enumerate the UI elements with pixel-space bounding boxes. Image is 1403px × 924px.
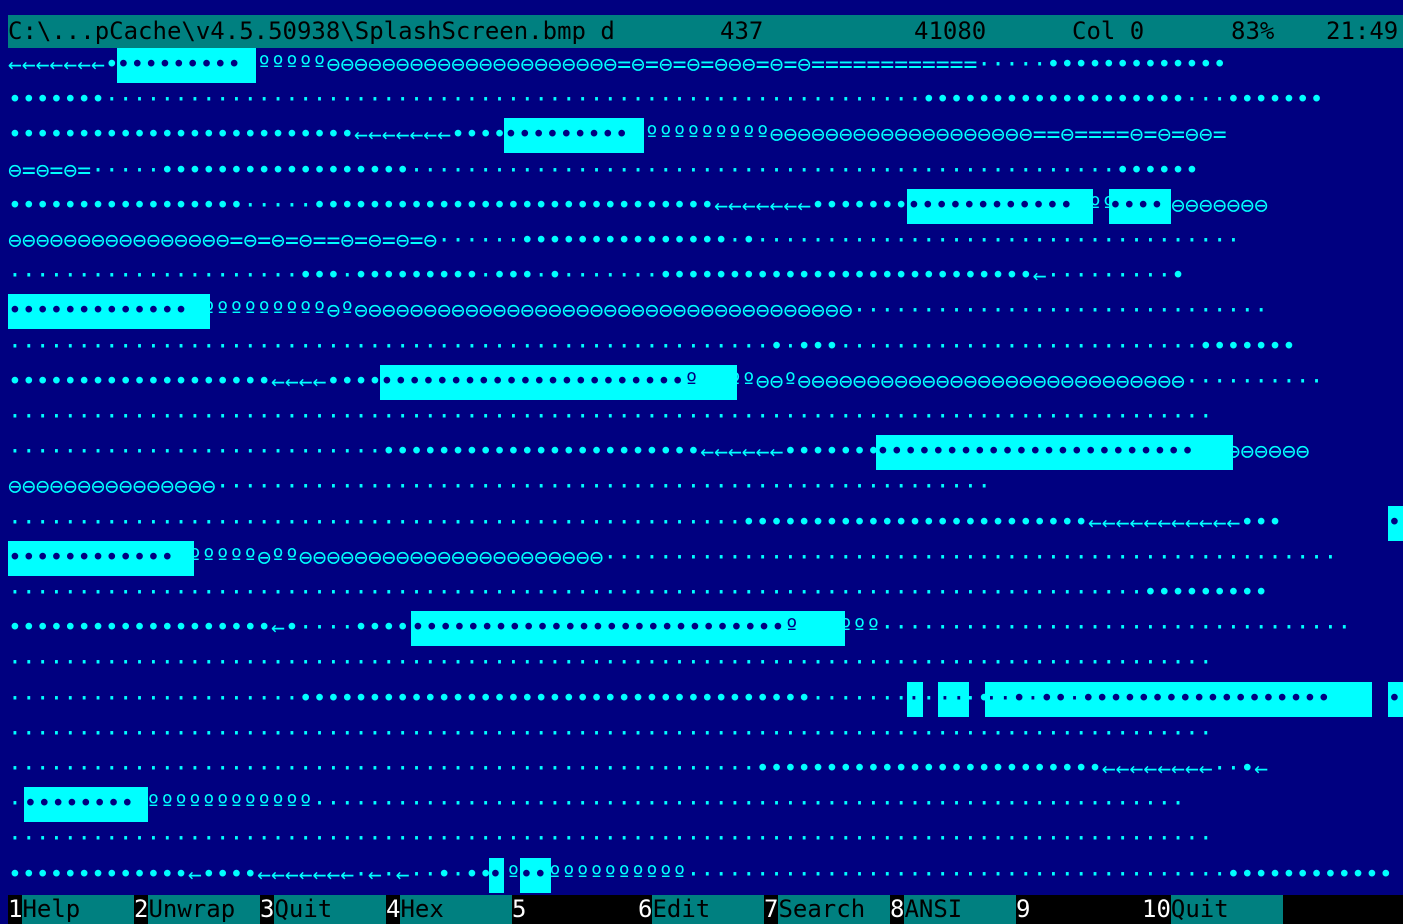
text-line: ········································… bbox=[8, 646, 1403, 681]
key-f4-label: Hex bbox=[400, 895, 513, 924]
highlighted-run: •••••••••••• bbox=[8, 540, 194, 576]
text-line: ⊖⊖⊖⊖⊖⊖⊖⊖⊖⊖⊖⊖⊖⊖⊖·························… bbox=[8, 470, 1403, 505]
highlighted-run: • bbox=[488, 857, 504, 893]
text-line: •••••••••••••••••••••••••←←←←←←←••••••••… bbox=[8, 118, 1403, 154]
key-f7-label: Search bbox=[778, 895, 891, 924]
text-line-content: ⊖=⊖=⊖=·····••••••••••••••••••···········… bbox=[8, 157, 1199, 184]
text-line-content: ••••••••••••ºººººº⊖ºº⊖⊖⊖⊖⊖⊖⊖⊖⊖⊖⊖⊖⊖⊖⊖⊖⊖⊖⊖… bbox=[8, 544, 1338, 571]
text-line: ········································… bbox=[8, 400, 1403, 435]
text-view-area[interactable]: ←←←←←←←•••••••••ººººººº⊖⊖⊖⊖⊖⊖⊖⊖⊖⊖⊖⊖⊖⊖⊖⊖⊖… bbox=[8, 48, 1403, 895]
highlighted-run: ••• bbox=[1387, 505, 1403, 541]
key-f4[interactable]: 4Hex bbox=[386, 895, 513, 924]
text-line: ⊖=⊖=⊖=·····••••••••••••••••••···········… bbox=[8, 154, 1403, 189]
key-f1-label: Help bbox=[22, 895, 135, 924]
text-line-content: ········································… bbox=[8, 509, 1282, 536]
highlighted-run: ••••••••••••••••••••••º bbox=[380, 364, 737, 400]
highlighted-run: ••••••••••••• bbox=[8, 294, 210, 330]
key-f3[interactable]: 3Quit bbox=[260, 895, 387, 924]
text-line-content: ········································… bbox=[8, 580, 1269, 606]
file-offset: 41080 bbox=[914, 17, 987, 45]
text-line-content: ········································… bbox=[8, 826, 1213, 853]
text-line-content: ⊖⊖⊖⊖⊖⊖⊖⊖⊖⊖⊖⊖⊖⊖⊖·························… bbox=[8, 474, 992, 501]
text-line-content: •••••••••••••←••••←←←←←←←·←·←··•·••ººººº… bbox=[8, 861, 1393, 888]
text-line: •••••••••••••←••••←←←←←←←·←·←··•·••ººººº… bbox=[8, 857, 1403, 893]
text-line: ·····················•••·•••••••••·•••·•… bbox=[8, 259, 1403, 294]
column-indicator: Col 0 bbox=[1072, 17, 1145, 45]
status-bar: C:\...pCache\v4.5.50938\SplashScreen.bmp… bbox=[8, 15, 1403, 48]
key-f8-label: ANSI bbox=[904, 895, 1017, 924]
text-line: ········································… bbox=[8, 330, 1403, 365]
far-viewer-window: C:\...pCache\v4.5.50938\SplashScreen.bmp… bbox=[0, 0, 1403, 924]
key-f2[interactable]: 2Unwrap bbox=[134, 895, 261, 924]
highlighted-run: ••••••••• bbox=[504, 118, 644, 154]
text-lines: ←←←←←←←•••••••••ººººººº⊖⊖⊖⊖⊖⊖⊖⊖⊖⊖⊖⊖⊖⊖⊖⊖⊖… bbox=[8, 48, 1403, 895]
key-f6-label: Edit bbox=[652, 895, 765, 924]
text-line-content: ·····················•••·•••••••••·•••·•… bbox=[8, 263, 1186, 290]
text-line: ••••••••••••ºººººº⊖ºº⊖⊖⊖⊖⊖⊖⊖⊖⊖⊖⊖⊖⊖⊖⊖⊖⊖⊖⊖… bbox=[8, 540, 1403, 576]
text-line: ········································… bbox=[8, 752, 1403, 787]
highlighted-run: •••••••• bbox=[23, 787, 148, 823]
text-line-content: •••••••·································… bbox=[8, 87, 1324, 114]
highlighted-run: •••••••••••••••••••••••••••º bbox=[411, 611, 845, 647]
text-line: ⊖⊖⊖⊖⊖⊖⊖⊖⊖⊖⊖⊖⊖⊖⊖⊖=⊖=⊖=⊖==⊖=⊖=⊖=⊖······•••… bbox=[8, 224, 1403, 259]
text-line-content: ········································… bbox=[8, 333, 1296, 360]
text-line-content: ········································… bbox=[8, 720, 1213, 747]
text-line-content: ········································… bbox=[8, 404, 1213, 430]
text-line-content: ⊖⊖⊖⊖⊖⊖⊖⊖⊖⊖⊖⊖⊖⊖⊖⊖=⊖=⊖=⊖==⊖=⊖=⊖=⊖······•••… bbox=[8, 228, 1241, 254]
text-line: •••••••••••••ºººººººººº⊖º⊖⊖⊖⊖⊖⊖⊖⊖⊖⊖⊖⊖⊖⊖⊖… bbox=[8, 294, 1403, 330]
highlighted-run: · bbox=[907, 681, 923, 717]
text-line-content: ········································… bbox=[8, 756, 1269, 782]
percent-indicator: 83% bbox=[1231, 17, 1275, 45]
text-line: ·····················•••••••••••••••••••… bbox=[8, 681, 1403, 717]
key-f2-label: Unwrap bbox=[148, 895, 261, 924]
key-f8[interactable]: 8ANSI bbox=[890, 895, 1017, 924]
text-line: •••••••••••••••••·····••••••••••••••••••… bbox=[8, 188, 1403, 224]
clock: 21:49 bbox=[1326, 17, 1399, 45]
text-line: ········································… bbox=[8, 822, 1403, 857]
highlighted-run: • bbox=[1387, 681, 1403, 717]
highlighted-run: ••••••••••••••••••••••• bbox=[876, 435, 1233, 471]
function-key-bar: 1Help 2Unwrap 3Quit 4Hex 5 6Edit 7Search… bbox=[8, 895, 1403, 924]
text-line: •••••••••••••••••••←•····•••••••••••••••… bbox=[8, 611, 1403, 647]
text-line: •••••••·································… bbox=[8, 83, 1403, 118]
highlighted-run: •••••••••••• bbox=[907, 188, 1093, 224]
file-size: 437 bbox=[720, 17, 764, 45]
key-f7[interactable]: 7Search bbox=[764, 895, 891, 924]
text-line-content: ·••••••••·ºººººººººººº··················… bbox=[8, 791, 1186, 818]
text-line: ←←←←←←←•••••••••ººººººº⊖⊖⊖⊖⊖⊖⊖⊖⊖⊖⊖⊖⊖⊖⊖⊖⊖… bbox=[8, 48, 1403, 83]
highlighted-run: •• bbox=[519, 857, 551, 893]
key-f6[interactable]: 6Edit bbox=[638, 895, 765, 924]
text-line: ·••••••••·ºººººººººººº··················… bbox=[8, 787, 1403, 823]
key-f5[interactable]: 5 bbox=[512, 895, 638, 924]
highlighted-run: ••••••••• bbox=[116, 48, 256, 83]
key-f10[interactable]: 10Quit bbox=[1142, 895, 1283, 924]
highlighted-run: •••• bbox=[1108, 188, 1171, 224]
key-f9[interactable]: 9 bbox=[1016, 895, 1142, 924]
text-line: •••••••••••••••••••←←←←•••••••••••••••••… bbox=[8, 364, 1403, 400]
highlighted-run: ··•·••·•••••••••••••••••• bbox=[984, 681, 1372, 717]
text-line: ········································… bbox=[8, 505, 1403, 541]
highlighted-run: ·· bbox=[938, 681, 969, 717]
key-f10-label: Quit bbox=[1170, 895, 1283, 924]
key-f3-label: Quit bbox=[274, 895, 387, 924]
text-line: ········································… bbox=[8, 717, 1403, 752]
text-line-content: ········································… bbox=[8, 650, 1213, 677]
file-path: C:\...pCache\v4.5.50938\SplashScreen.bmp… bbox=[8, 17, 615, 45]
text-line: ···························•••••••••••••… bbox=[8, 435, 1403, 471]
key-f1[interactable]: 1Help bbox=[8, 895, 135, 924]
text-line: ········································… bbox=[8, 576, 1403, 611]
